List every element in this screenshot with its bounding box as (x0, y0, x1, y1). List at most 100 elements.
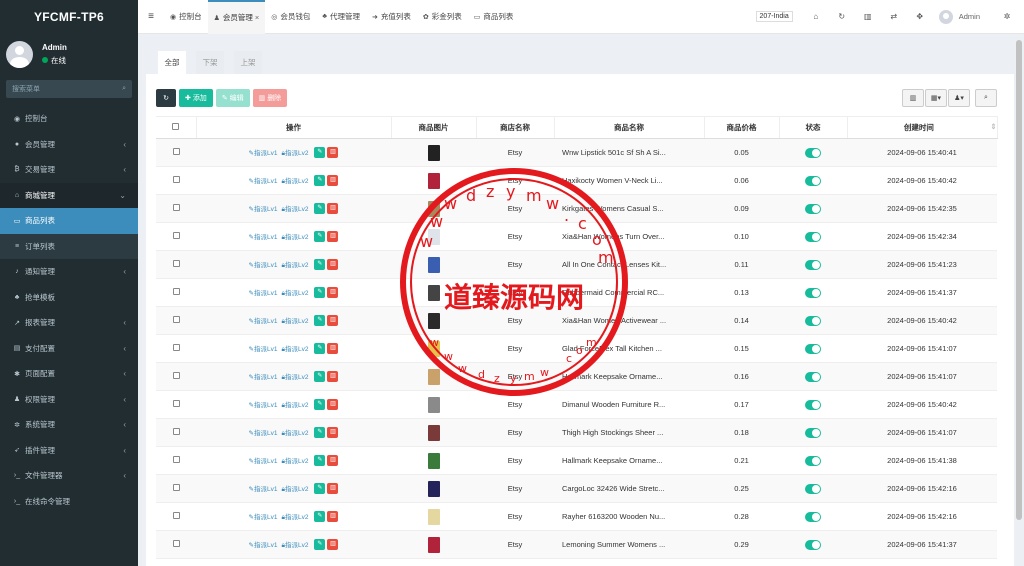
row-checkbox[interactable] (156, 418, 196, 447)
edit-row-icon[interactable]: ✎ (314, 371, 326, 383)
row-checkbox[interactable] (156, 362, 196, 391)
assign-lv1-link[interactable]: ✎指派Lv1 (249, 290, 278, 297)
edit-row-icon[interactable]: ✎ (314, 147, 326, 159)
tab-on-shelf[interactable]: 上架 (234, 51, 262, 74)
country-badge[interactable]: 207-India (755, 11, 793, 22)
assign-lv1-link[interactable]: ✎指派Lv1 (249, 318, 278, 325)
edit-row-icon[interactable]: ✎ (314, 399, 326, 411)
brand-logo[interactable]: YFCMF-TP6 (0, 0, 138, 34)
status-toggle[interactable] (779, 194, 847, 223)
product-image[interactable] (391, 502, 476, 531)
assign-lv2-link[interactable]: 🔒︎指派Lv2 (281, 234, 308, 241)
status-toggle[interactable] (779, 390, 847, 419)
status-toggle[interactable] (779, 222, 847, 251)
sidebar-item-3[interactable]: ⌂ 商城管理 ⌄ (0, 182, 138, 208)
row-checkbox[interactable] (156, 222, 196, 251)
product-image[interactable] (391, 194, 476, 223)
delete-row-icon[interactable]: ▥ (327, 539, 339, 551)
status-toggle[interactable] (779, 138, 847, 167)
scrollbar[interactable] (1016, 40, 1022, 520)
assign-lv2-link[interactable]: 🔒︎指派Lv2 (281, 542, 308, 549)
row-checkbox[interactable] (156, 390, 196, 419)
delete-row-icon[interactable]: ▥ (327, 511, 339, 523)
edit-button[interactable]: ✎ 编辑 (215, 89, 250, 107)
tab-2[interactable]: ◎ 会员钱包 (265, 0, 316, 34)
product-image[interactable] (391, 278, 476, 307)
add-button[interactable]: ✚ 添加 (179, 89, 213, 107)
row-checkbox[interactable] (156, 250, 196, 279)
assign-lv1-link[interactable]: ✎指派Lv1 (249, 430, 278, 437)
status-toggle[interactable] (779, 334, 847, 363)
tab-4[interactable]: ➜ 充值列表 (366, 0, 417, 34)
sidebar-item-11[interactable]: ♟ 权限管理 ‹ (0, 387, 138, 413)
assign-lv2-link[interactable]: 🔒︎指派Lv2 (281, 318, 308, 325)
sidebar-item-4[interactable]: ▭ 商品列表 (0, 208, 138, 234)
delete-row-icon[interactable]: ▥ (327, 399, 339, 411)
search-icon[interactable]: ⌕ (122, 85, 126, 93)
delete-row-icon[interactable]: ▥ (327, 287, 339, 299)
row-checkbox[interactable] (156, 278, 196, 307)
delete-row-icon[interactable]: ▥ (327, 483, 339, 495)
sidebar-item-8[interactable]: ↗ 报表管理 ‹ (0, 310, 138, 336)
assign-lv2-link[interactable]: 🔒︎指派Lv2 (281, 430, 308, 437)
tab-off-shelf[interactable]: 下架 (196, 51, 224, 74)
col-name[interactable]: 商品名称 (554, 116, 705, 139)
product-image[interactable] (391, 166, 476, 195)
assign-lv2-link[interactable]: 🔒︎指派Lv2 (281, 150, 308, 157)
product-image[interactable] (391, 446, 476, 475)
delete-row-icon[interactable]: ▥ (327, 231, 339, 243)
tab-3[interactable]: ♣ 代理管理 (316, 0, 366, 34)
product-image[interactable] (391, 334, 476, 363)
sidebar-item-13[interactable]: ➶ 插件管理 ‹ (0, 438, 138, 464)
assign-lv2-link[interactable]: 🔒︎指派Lv2 (281, 262, 308, 269)
assign-lv1-link[interactable]: ✎指派Lv1 (249, 346, 278, 353)
edit-row-icon[interactable]: ✎ (314, 511, 326, 523)
sort-icon[interactable]: ⇕ (990, 122, 996, 131)
col-image[interactable]: 商品图片 (391, 116, 477, 139)
assign-lv1-link[interactable]: ✎指派Lv1 (249, 402, 278, 409)
tab-0[interactable]: ◉ 控制台 (164, 0, 208, 34)
close-icon[interactable]: × (255, 13, 259, 22)
assign-lv1-link[interactable]: ✎指派Lv1 (249, 150, 278, 157)
top-admin-name[interactable]: Admin (959, 12, 980, 21)
tab-1[interactable]: ♟ 会员管理 × (207, 0, 266, 34)
status-toggle[interactable] (779, 474, 847, 503)
row-checkbox[interactable] (156, 334, 196, 363)
row-checkbox[interactable] (156, 194, 196, 223)
edit-row-icon[interactable]: ✎ (314, 539, 326, 551)
refresh-icon[interactable]: ↻ (829, 12, 855, 21)
assign-lv2-link[interactable]: 🔒︎指派Lv2 (281, 206, 308, 213)
edit-row-icon[interactable]: ✎ (314, 203, 326, 215)
assign-lv1-link[interactable]: ✎指派Lv1 (249, 178, 278, 185)
assign-lv2-link[interactable]: 🔒︎指派Lv2 (281, 374, 308, 381)
sidebar-item-10[interactable]: ✱ 页面配置 ‹ (0, 361, 138, 387)
status-toggle[interactable] (779, 502, 847, 531)
edit-row-icon[interactable]: ✎ (314, 259, 326, 271)
sidebar-item-15[interactable]: ›_ 在线命令管理 (0, 489, 138, 515)
row-checkbox[interactable] (156, 474, 196, 503)
product-image[interactable] (391, 306, 476, 335)
delete-row-icon[interactable]: ▥ (327, 147, 339, 159)
edit-row-icon[interactable]: ✎ (314, 175, 326, 187)
sidebar-search-input[interactable]: 搜索菜单 ⌕ (6, 80, 132, 98)
row-checkbox[interactable] (156, 306, 196, 335)
settings-gear-icon[interactable]: ✲ (994, 12, 1020, 21)
tab-5[interactable]: ✿ 彩金列表 (417, 0, 468, 34)
assign-lv1-link[interactable]: ✎指派Lv1 (249, 234, 278, 241)
translate-icon[interactable]: ⇄ (881, 12, 907, 21)
assign-lv1-link[interactable]: ✎指派Lv1 (249, 262, 278, 269)
product-image[interactable] (391, 530, 476, 559)
col-status[interactable]: 状态 (779, 116, 848, 139)
product-image[interactable] (391, 362, 476, 391)
delete-row-icon[interactable]: ▥ (327, 315, 339, 327)
tab-6[interactable]: ▭ 商品列表 (468, 0, 520, 34)
assign-lv1-link[interactable]: ✎指派Lv1 (249, 514, 278, 521)
toggle-view-icon[interactable]: ▥ (902, 89, 924, 107)
edit-row-icon[interactable]: ✎ (314, 427, 326, 439)
sidebar-item-6[interactable]: ♪ 通知管理 ‹ (0, 259, 138, 285)
sidebar-item-1[interactable]: ● 会员管理 ‹ (0, 132, 138, 158)
edit-row-icon[interactable]: ✎ (314, 483, 326, 495)
sidebar-item-0[interactable]: ◉ 控制台 (0, 106, 138, 132)
delete-row-icon[interactable]: ▥ (327, 175, 339, 187)
delete-button[interactable]: ▥ 删除 (252, 89, 288, 107)
